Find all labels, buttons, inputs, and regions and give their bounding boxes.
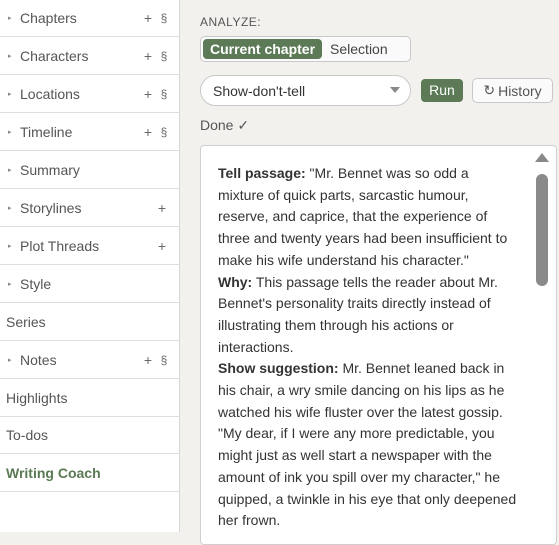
history-button[interactable]: ↻ History: [472, 78, 553, 103]
section-icon[interactable]: §: [157, 11, 171, 25]
sidebar-item-label: Series: [6, 313, 46, 330]
sidebar-item-plot-threads[interactable]: ▸ Plot Threads +: [0, 227, 179, 265]
section-icon[interactable]: §: [157, 125, 171, 139]
history-icon: ↻: [483, 82, 496, 98]
scroll-up-arrow[interactable]: [535, 153, 549, 162]
sidebar-item-label: Style: [20, 275, 52, 292]
sidebar-item-label: Chapters: [20, 10, 77, 26]
result-panel: Tell passage: "Mr. Bennet was so odd a m…: [200, 145, 557, 545]
scope-selection-button[interactable]: Selection: [322, 41, 396, 57]
add-timeline-button[interactable]: +: [141, 124, 155, 140]
section-icon[interactable]: §: [157, 49, 171, 63]
section-icon[interactable]: §: [157, 353, 171, 367]
show-label: Show suggestion:: [218, 360, 339, 377]
add-chapter-button[interactable]: +: [141, 10, 155, 26]
add-character-button[interactable]: +: [141, 48, 155, 64]
why-text: This passage tells the reader about Mr. …: [218, 273, 498, 355]
result-text: Tell passage: "Mr. Bennet was so odd a m…: [218, 163, 518, 532]
chevron-right-icon[interactable]: ▸: [0, 204, 20, 212]
sidebar-item-locations[interactable]: ▸ Locations + §: [0, 75, 179, 113]
tool-select[interactable]: Show-don't-tell: [200, 75, 411, 106]
sidebar-item-label: Storylines: [20, 199, 82, 216]
add-storyline-button[interactable]: +: [155, 200, 169, 216]
why-label: Why:: [218, 273, 253, 290]
sidebar-item-notes[interactable]: ▸ Notes + §: [0, 341, 179, 379]
show-text: Mr. Bennet leaned back in his chair, a w…: [218, 360, 517, 529]
sidebar-item-summary[interactable]: ▸ Summary: [0, 151, 179, 189]
sidebar-item-label: Notes: [20, 351, 57, 368]
sidebar-item-label: Locations: [20, 85, 80, 102]
sidebar-item-style[interactable]: ▸ Style: [0, 265, 179, 303]
chevron-right-icon[interactable]: ▸: [0, 90, 20, 98]
status-text: Done ✓: [200, 117, 250, 133]
sidebar-item-label: Writing Coach: [6, 464, 101, 481]
sidebar-item-label: Plot Threads: [20, 237, 100, 254]
tool-select-value: Show-don't-tell: [213, 82, 306, 99]
analyze-label: ANALYZE:: [200, 15, 262, 29]
chevron-right-icon[interactable]: ▸: [0, 128, 20, 136]
sidebar-item-timeline[interactable]: ▸ Timeline + §: [0, 113, 179, 151]
sidebar-item-writing-coach[interactable]: Writing Coach: [0, 454, 179, 492]
chevron-right-icon[interactable]: ▸: [0, 242, 20, 250]
sidebar-item-label: Highlights: [6, 389, 68, 406]
scope-current-chapter-button[interactable]: Current chapter: [203, 39, 323, 59]
sidebar-item-label: To-dos: [6, 427, 49, 443]
sidebar: ▸ Chapters + § ▸ Characters + § ▸ Locati…: [0, 0, 180, 532]
sidebar-item-characters[interactable]: ▸ Characters + §: [0, 37, 179, 75]
history-label: History: [498, 82, 542, 99]
chevron-right-icon[interactable]: ▸: [0, 280, 20, 288]
sidebar-item-label: Summary: [20, 161, 80, 178]
sidebar-item-highlights[interactable]: Highlights: [0, 379, 179, 417]
sidebar-item-label: Timeline: [20, 123, 73, 140]
sidebar-item-label: Characters: [20, 47, 89, 64]
chevron-right-icon[interactable]: ▸: [0, 52, 20, 60]
add-note-button[interactable]: +: [141, 352, 155, 368]
scope-toggle: Current chapter Selection: [200, 36, 411, 62]
sidebar-item-series[interactable]: Series: [0, 303, 179, 341]
chevron-right-icon[interactable]: ▸: [0, 14, 20, 22]
chevron-down-icon: [390, 87, 400, 93]
sidebar-item-storylines[interactable]: ▸ Storylines +: [0, 189, 179, 227]
section-icon[interactable]: §: [157, 87, 171, 101]
chevron-right-icon[interactable]: ▸: [0, 166, 20, 174]
sidebar-item-chapters[interactable]: ▸ Chapters + §: [0, 0, 179, 37]
chevron-right-icon[interactable]: ▸: [0, 356, 20, 364]
sidebar-item-todos[interactable]: To-dos: [0, 417, 179, 454]
tell-label: Tell passage:: [218, 165, 306, 181]
scrollbar-thumb[interactable]: [536, 174, 548, 286]
add-location-button[interactable]: +: [141, 86, 155, 102]
run-button[interactable]: Run: [421, 79, 463, 102]
add-plot-thread-button[interactable]: +: [155, 238, 169, 254]
